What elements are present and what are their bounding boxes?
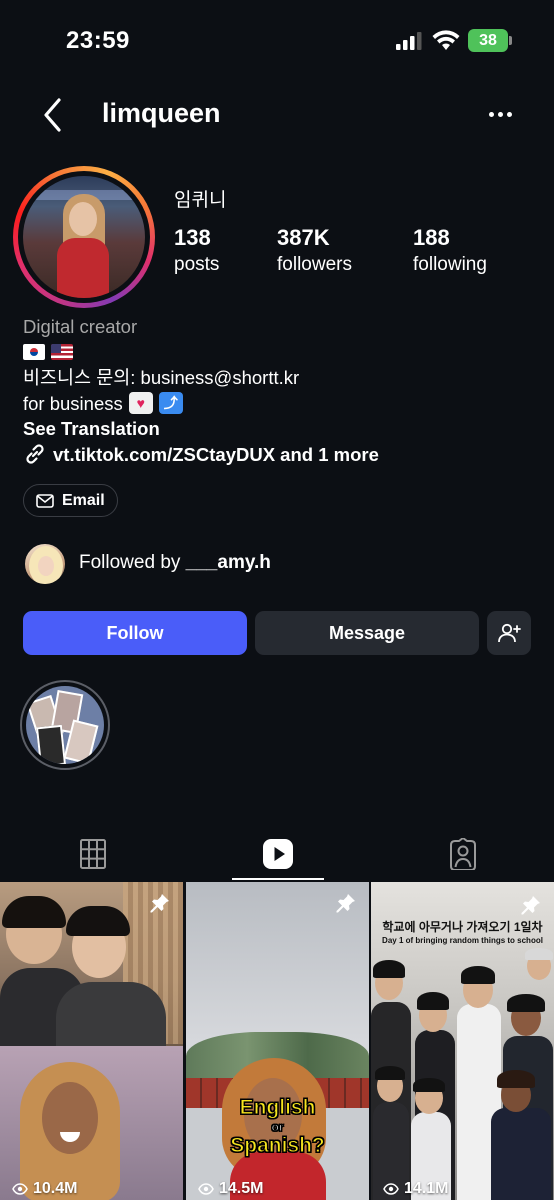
mail-icon	[36, 493, 54, 508]
wifi-icon	[432, 30, 460, 50]
add-person-icon	[498, 623, 521, 643]
bio-business-line: 비즈니스 문의: business@shortt.kr	[23, 367, 300, 388]
message-button[interactable]: Message	[255, 611, 479, 655]
tab-reels[interactable]	[185, 826, 370, 882]
reel-view-count-text: 14.1M	[404, 1180, 449, 1197]
reel-thumbnail[interactable]: 학교에 아무거나 가져오기 1일차 Day 1 of bringing rand…	[371, 882, 554, 1200]
suggested-users-button[interactable]	[487, 611, 531, 655]
heart-emoji-icon: ♥	[128, 392, 153, 415]
reel-view-count-text: 14.5M	[219, 1180, 264, 1197]
bio-flags	[23, 340, 543, 366]
display-name: 임퀴니	[174, 190, 227, 211]
profile-avatar[interactable]	[13, 166, 155, 308]
usa-flag-icon	[51, 344, 73, 361]
stat-followers[interactable]: 387K followers	[277, 225, 352, 276]
grid-icon	[79, 839, 106, 869]
reel-caption-title: 학교에 아무거나 가져오기 1일차	[382, 920, 543, 934]
profile-link[interactable]: vt.tiktok.com/ZSCtayDUX and 1 more	[23, 442, 543, 468]
stat-posts-value: 138	[174, 225, 211, 250]
reel-caption-line2: or	[271, 1120, 284, 1135]
profile-tabs	[0, 826, 554, 882]
profile-username: limqueen	[102, 98, 221, 128]
link-icon	[26, 444, 44, 464]
reel-thumbnail[interactable]: 10.4M	[0, 882, 183, 1200]
reel-view-count: 10.4M	[12, 1180, 77, 1198]
stat-posts-label: posts	[174, 254, 220, 275]
email-button[interactable]: Email	[23, 484, 118, 517]
active-tab-indicator	[232, 878, 324, 880]
back-chevron-icon[interactable]	[38, 96, 68, 134]
reel-thumbnail[interactable]: English or Spanish? 14.5M	[186, 882, 369, 1200]
story-highlight[interactable]	[20, 680, 110, 770]
eye-icon	[12, 1183, 28, 1195]
stat-posts[interactable]: 138 posts	[174, 225, 219, 276]
reel-caption-subtitle: Day 1 of bringing random things to schoo…	[382, 936, 543, 945]
south-korea-flag-icon	[23, 344, 45, 361]
reel-view-count: 14.1M	[383, 1180, 448, 1198]
status-time: 23:59	[66, 27, 130, 54]
followed-by-avatar[interactable]	[23, 542, 67, 586]
tab-tagged[interactable]	[370, 826, 554, 882]
follow-button[interactable]: Follow	[23, 611, 247, 655]
cellular-signal-icon	[396, 32, 422, 50]
reel-caption-line1: English	[239, 1096, 316, 1120]
tagged-person-icon	[449, 838, 476, 870]
battery-icon: 38	[468, 29, 508, 52]
bio-for-business-text: for business	[23, 392, 123, 414]
battery-tip	[509, 36, 512, 45]
email-button-label: Email	[62, 491, 105, 509]
followed-by-text[interactable]: Followed by ___amy.h	[79, 552, 271, 574]
reel-view-count-text: 10.4M	[33, 1180, 78, 1197]
reel-caption-line3: Spanish?	[230, 1134, 326, 1158]
category-label: Digital creator	[23, 316, 138, 337]
stat-followers-label: followers	[277, 254, 352, 275]
profile-bio: Digital creator 비즈니스 문의: business@shortt…	[23, 314, 543, 467]
reels-play-icon	[262, 839, 293, 869]
reel-caption: English or Spanish?	[186, 1096, 369, 1158]
bio-for-business-line: for business ♥ ⤴	[23, 391, 543, 417]
stat-following-label: following	[413, 254, 487, 275]
avatar-photo	[23, 176, 145, 298]
more-options-icon[interactable]	[484, 102, 516, 126]
tab-posts-grid[interactable]	[0, 826, 185, 882]
followed-by-prefix: Followed by	[79, 552, 181, 573]
reel-view-count: 14.5M	[198, 1180, 263, 1198]
eye-icon	[383, 1183, 399, 1195]
reels-grid: 10.4M English or Spanish? 14.5M 학교에 아무거나…	[0, 882, 554, 1200]
status-bar: 23:59 38	[0, 0, 554, 80]
pinned-icon	[521, 896, 540, 915]
battery-level: 38	[479, 31, 497, 49]
eye-icon	[198, 1183, 214, 1195]
pinned-icon	[150, 894, 169, 913]
profile-link-text: vt.tiktok.com/ZSCtayDUX and 1 more	[53, 443, 379, 465]
stat-following[interactable]: 188 following	[413, 225, 487, 276]
highlight-cover	[26, 686, 104, 764]
stat-following-value: 188	[413, 225, 450, 250]
stat-followers-value: 387K	[277, 225, 330, 250]
followed-by-name: ___amy.h	[185, 552, 271, 573]
see-translation-link[interactable]: See Translation	[23, 416, 543, 442]
pinned-icon	[336, 894, 355, 913]
arrow-up-emoji-icon: ⤴	[158, 392, 183, 415]
